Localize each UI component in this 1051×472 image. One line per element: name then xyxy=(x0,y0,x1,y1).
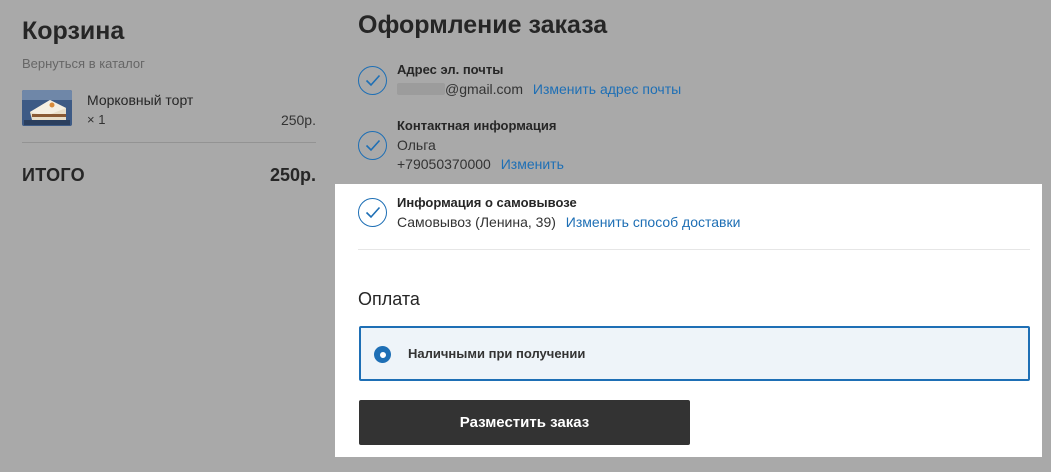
total-label: ИТОГО xyxy=(22,165,85,185)
item-quantity: × 1 xyxy=(87,112,106,127)
pickup-value: Самовывоз (Ленина, 39) xyxy=(397,214,556,230)
section-divider xyxy=(358,249,1030,250)
active-checkout-panel: Информация о самовывозе Самовывоз (Ленин… xyxy=(335,184,1042,457)
radio-selected-icon[interactable] xyxy=(374,346,391,363)
check-circle-icon xyxy=(358,131,387,160)
check-circle-icon xyxy=(358,198,387,227)
change-email-link[interactable]: Изменить адрес почты xyxy=(533,81,681,97)
total-value: 250р. xyxy=(269,165,316,185)
item-price: 250р. xyxy=(280,112,316,128)
checkout-title: Оформление заказа xyxy=(358,11,608,39)
item-name: Морковный торт xyxy=(87,92,194,108)
cart-summary: Корзина Вернуться в каталог Морковный то… xyxy=(22,16,316,186)
cart-total: ИТОГО 250р. xyxy=(22,165,316,186)
contact-phone: +79050370000 xyxy=(397,156,491,172)
cart-divider xyxy=(22,142,316,143)
email-step-title: Адрес эл. почты xyxy=(397,62,504,77)
payment-option-cash[interactable]: Наличными при получении xyxy=(359,326,1030,381)
payment-option-label: Наличными при получении xyxy=(408,346,586,361)
back-to-catalog-link[interactable]: Вернуться в каталог xyxy=(22,56,316,72)
check-circle-icon xyxy=(358,66,387,95)
contact-name: Ольга xyxy=(397,137,436,153)
product-thumbnail xyxy=(22,90,72,126)
email-value: @gmail.com xyxy=(445,81,524,97)
checkout-page: Корзина Вернуться в каталог Морковный то… xyxy=(0,0,1051,472)
masked-email-redaction xyxy=(397,83,445,95)
payment-title: Оплата xyxy=(358,289,420,309)
pickup-step-title: Информация о самовывозе xyxy=(397,195,577,210)
cart-title: Корзина xyxy=(22,17,125,45)
cart-item: Морковный торт × 1 250р. xyxy=(22,90,316,128)
change-delivery-link[interactable]: Изменить способ доставки xyxy=(566,214,741,230)
contact-step-title: Контактная информация xyxy=(397,118,557,133)
change-contact-link[interactable]: Изменить xyxy=(501,156,564,172)
place-order-button[interactable]: Разместить заказ xyxy=(359,400,690,445)
